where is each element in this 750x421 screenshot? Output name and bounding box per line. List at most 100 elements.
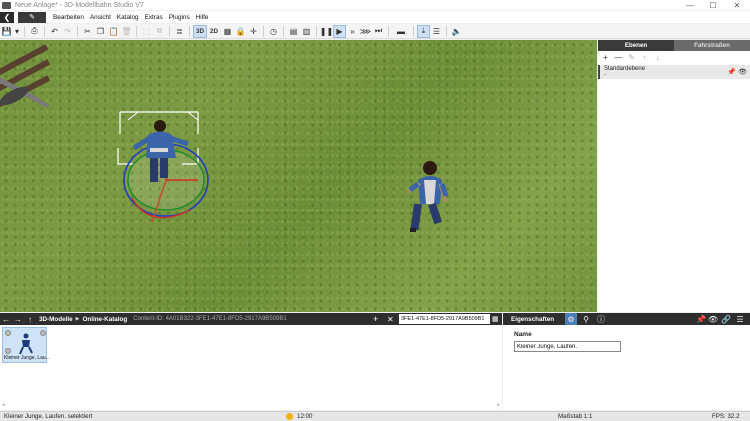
cut-icon[interactable]: ✂ (81, 25, 94, 38)
menu-extras[interactable]: Extras (142, 14, 166, 21)
grid-view-icon[interactable]: ▦ (492, 315, 499, 323)
name-label: Name (514, 331, 532, 338)
track-icon[interactable]: ▬ (392, 25, 410, 38)
menu-katalog[interactable]: Katalog (114, 14, 142, 21)
eye-icon[interactable]: 👁 (738, 68, 747, 76)
scroll-right-icon[interactable]: ▸ (497, 402, 500, 408)
layer-sub: - (604, 72, 606, 78)
breadcrumb-3d-modelle[interactable]: 3D-Modelle (39, 316, 73, 323)
list-icon[interactable]: ≣ (173, 25, 186, 38)
copy-icon[interactable]: ❐ (94, 25, 107, 38)
properties-title: Eigenschaften (511, 315, 555, 323)
pause-icon[interactable]: ❚❚ (320, 25, 333, 38)
name-field[interactable] (514, 341, 621, 352)
tab-ebenen[interactable]: Ebenen (598, 40, 674, 51)
info-icon[interactable]: ⓘ (595, 313, 607, 325)
view-2d-button[interactable]: 2D (207, 25, 221, 38)
menu-bearbeiten[interactable]: Bearbeiten (50, 14, 87, 21)
crosshair-icon[interactable]: ✛ (247, 25, 260, 38)
menu-bar: ❮ ✎ Bearbeiten Ansicht Katalog Extras Pl… (0, 11, 750, 23)
sound-icon[interactable]: 🔈 (450, 25, 463, 38)
lock-icon[interactable]: 🔒 (234, 25, 247, 38)
catalog-item[interactable]: Kleiner Junge, Lau... (2, 327, 50, 363)
person-icon[interactable]: ⚲ (580, 313, 592, 325)
status-bar: Kleiner Junge, Laufen. selektiert 12:00 … (0, 411, 750, 421)
catalog-header: ← → ↑ 3D-Modelle ▶ Online-Katalog Conten… (0, 313, 502, 325)
play-icon[interactable]: ▶ (333, 24, 346, 38)
height-icon[interactable]: ⤓ (417, 24, 430, 38)
clock-icon[interactable]: ◷ (267, 25, 280, 38)
divider (136, 25, 137, 37)
menu-plugins[interactable]: Plugins (166, 14, 193, 21)
redo-icon[interactable]: ↷ (61, 25, 74, 38)
scene (0, 44, 449, 232)
link-icon[interactable]: 🔗 (720, 313, 732, 325)
layers-tabs: Ebenen Fahrstraßen (598, 40, 750, 51)
pencil-icon[interactable]: ✎ (18, 11, 46, 23)
catalog-search-input[interactable]: 3FE1-47E1-8FD5-2917A9B509B1 (399, 314, 490, 324)
add-layer-icon[interactable]: + (601, 53, 610, 62)
fast-forward-icon[interactable]: » (346, 25, 359, 38)
move-down-icon[interactable]: ↓ (653, 53, 662, 62)
view-3d-button[interactable]: 3D (193, 24, 207, 38)
scroll-left-icon[interactable]: ◂ (2, 402, 5, 408)
panel-left-icon[interactable]: ▤ (287, 25, 300, 38)
chevron-down-icon[interactable]: ▾ (13, 25, 21, 38)
divider (24, 25, 25, 37)
back-icon[interactable]: ← (0, 315, 12, 324)
window-title: Neue Anlage* - 3D-Modellbahn Studio V7 (15, 1, 144, 9)
back-arrow-icon[interactable]: ❮ (0, 11, 14, 23)
skip-icon[interactable]: ⋙ (359, 25, 372, 38)
save-icon[interactable]: 💾 (0, 25, 13, 38)
selection-status: Kleiner Junge, Laufen. selektiert (4, 413, 93, 420)
step-icon[interactable]: ⏭ (372, 25, 385, 38)
app-icon (2, 1, 11, 9)
print-icon[interactable]: ⎙ (28, 25, 41, 38)
close-button[interactable]: ✕ (724, 0, 750, 10)
up-icon[interactable]: ↑ (24, 315, 36, 324)
tab-fahrstrassen[interactable]: Fahrstraßen (674, 40, 750, 51)
add-icon[interactable]: + (373, 314, 378, 324)
divider (388, 25, 389, 37)
horizontal-scrollbar[interactable]: ◂ ▸ (2, 402, 500, 408)
menu-hilfe[interactable]: Hilfe (193, 14, 212, 21)
layers-icon[interactable]: ☰ (430, 25, 443, 38)
pin-icon[interactable]: 📌 (695, 313, 707, 325)
maximize-button[interactable]: ☐ (700, 0, 726, 10)
delete-icon[interactable]: 🗑 (120, 25, 133, 38)
breadcrumb-separator-icon: ▶ (75, 316, 80, 322)
figure[interactable] (407, 161, 449, 232)
layers-panel: Ebenen Fahrstraßen + — ✎ ↑ ↓ Standardebe… (598, 40, 750, 312)
remove-layer-icon[interactable]: — (614, 53, 623, 62)
catalog-item-caption: Kleiner Junge, Lau... (4, 355, 50, 361)
pin-icon[interactable]: 📌 (727, 68, 736, 76)
panel-right-icon[interactable]: ▥ (300, 25, 313, 38)
selected-figure[interactable] (117, 111, 209, 223)
eye-icon[interactable]: 👁 (707, 313, 719, 325)
rename-layer-icon[interactable]: ✎ (627, 53, 636, 62)
3d-viewport[interactable] (0, 40, 597, 312)
toolbar: 💾 ▾ ⎙ ↶ ↷ ✂ ❐ 📋 🗑 ⬚ ⧉ ≣ 3D 2D ▦ 🔒 ✛ ◷ ▤ … (0, 24, 750, 39)
badge-icon (40, 330, 46, 336)
paste-icon[interactable]: 📋 (107, 25, 120, 38)
badge-icon (5, 348, 11, 354)
menu-ansicht[interactable]: Ansicht (87, 14, 114, 21)
rail-track (0, 44, 51, 109)
forward-icon[interactable]: → (12, 315, 24, 324)
select-icon[interactable]: ⬚ (140, 25, 153, 38)
gear-icon[interactable]: ⚙ (565, 313, 577, 325)
badge-icon (5, 330, 11, 336)
grid-icon[interactable]: ▦ (221, 25, 234, 38)
divider (413, 25, 414, 37)
divider (44, 25, 45, 37)
move-up-icon[interactable]: ↑ (640, 53, 649, 62)
properties-panel: Name (503, 325, 750, 410)
breadcrumb-online-katalog[interactable]: Online-Katalog (82, 316, 127, 323)
close-icon[interactable]: ✕ (387, 315, 394, 324)
divider (189, 25, 190, 37)
group-icon[interactable]: ⧉ (153, 25, 166, 38)
menu-icon[interactable]: ☰ (734, 313, 746, 325)
layer-row[interactable]: Standardebene - 📌 👁 (598, 65, 750, 79)
undo-icon[interactable]: ↶ (48, 25, 61, 38)
divider (316, 25, 317, 37)
